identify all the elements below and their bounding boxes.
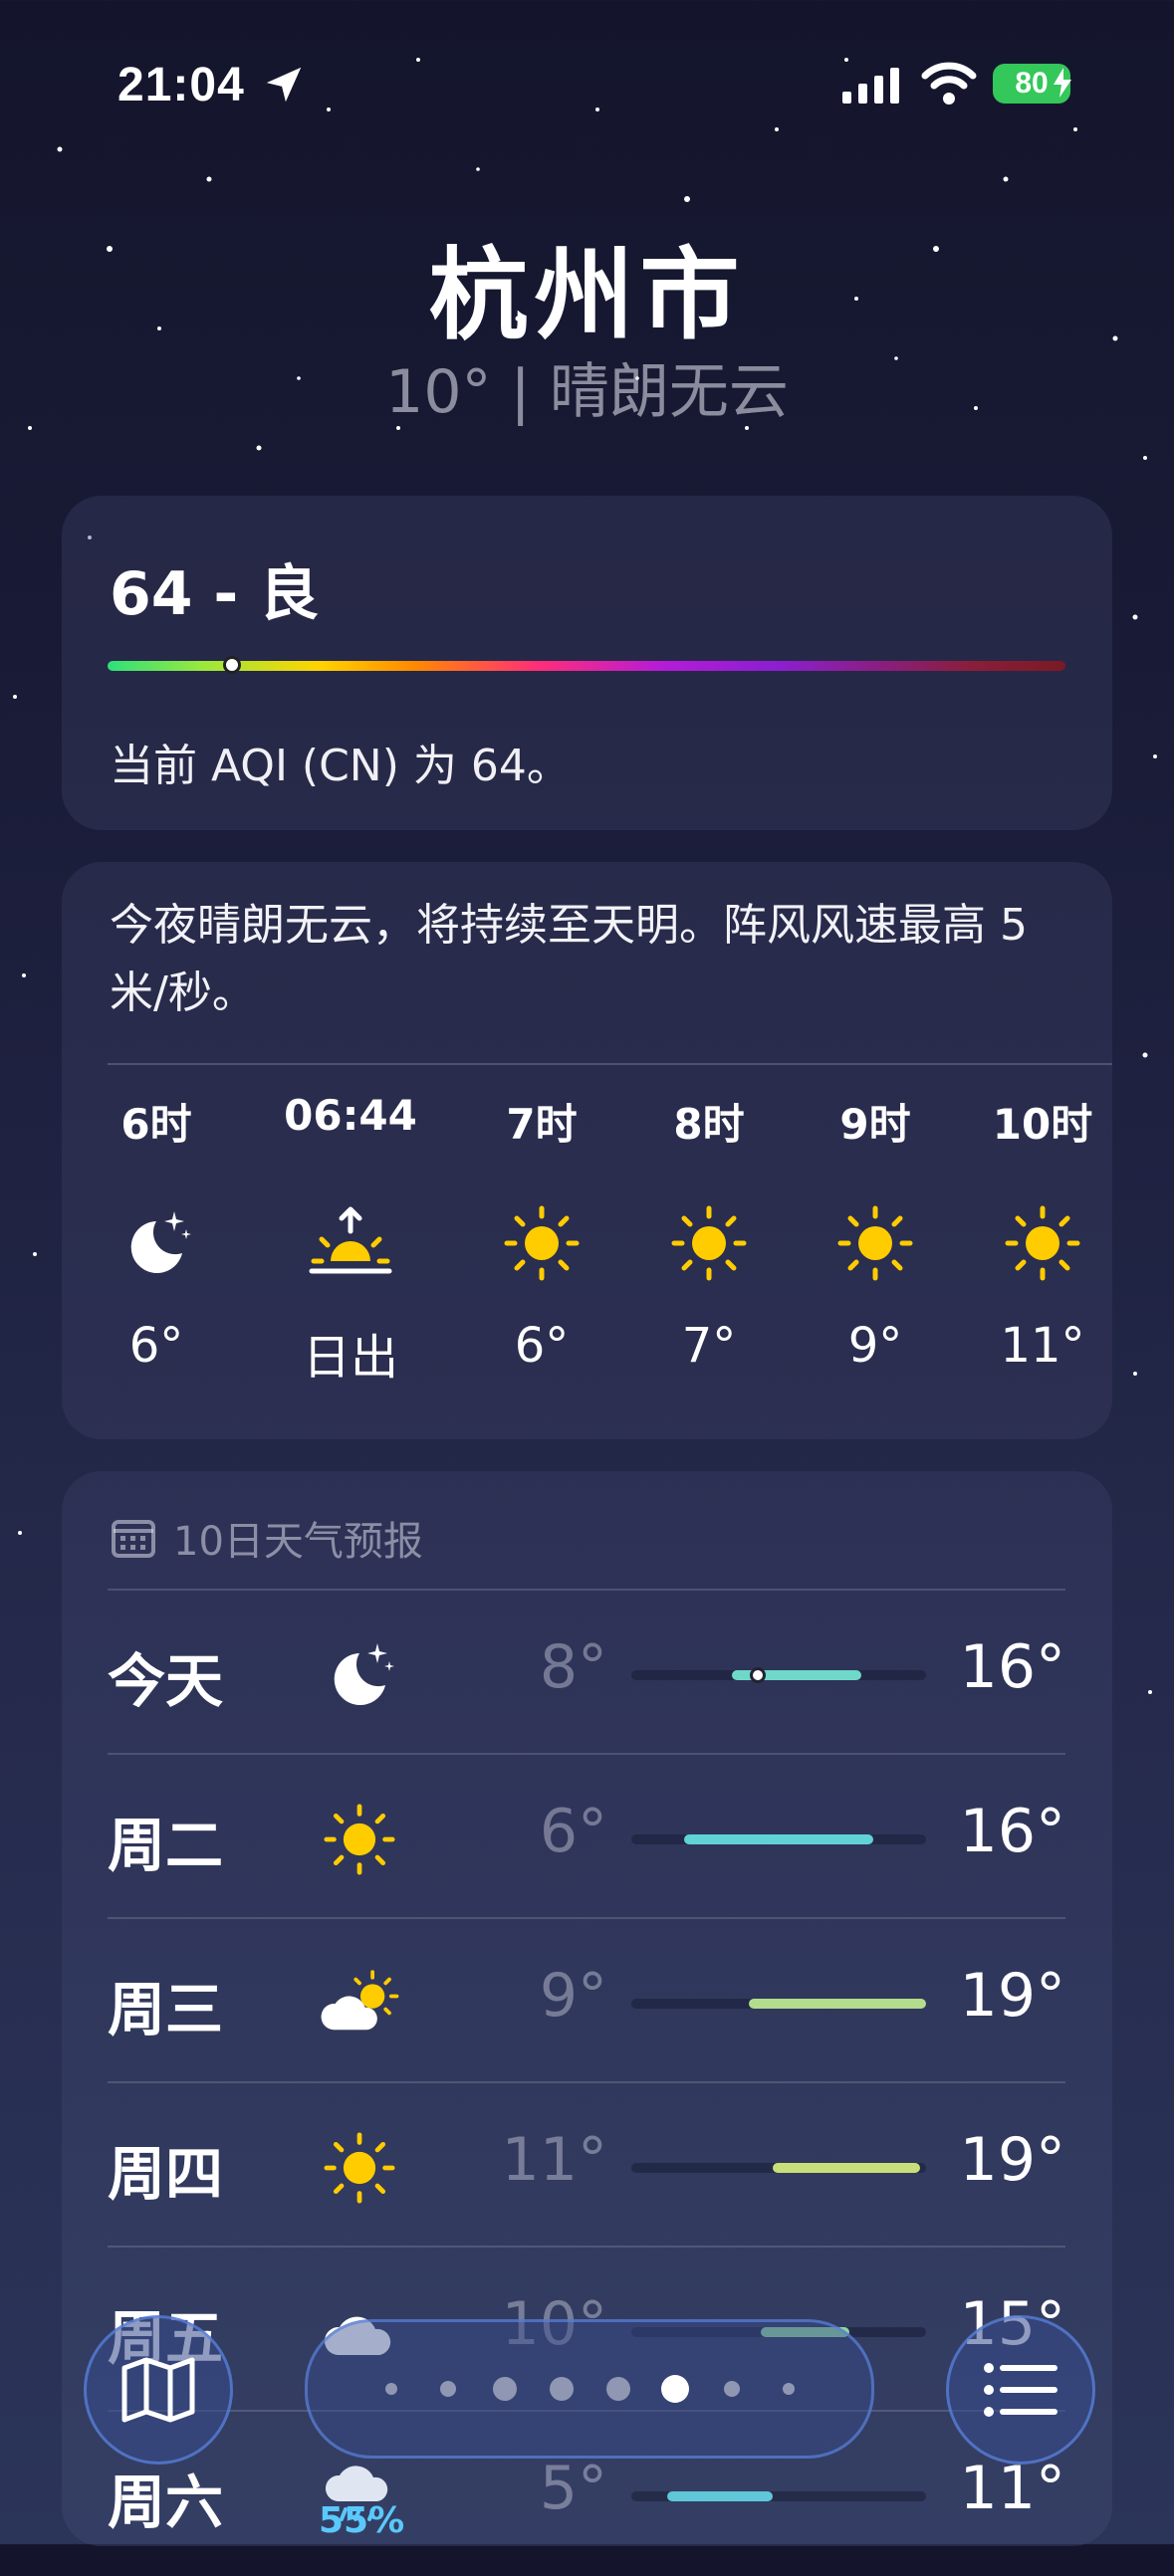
divider bbox=[108, 1063, 1112, 1065]
hour-item: 6时 6° bbox=[77, 1091, 236, 1374]
forecast-low: 9° bbox=[539, 1961, 607, 2031]
aqi-value: 64 - 良 bbox=[110, 559, 320, 629]
current-conditions: 10° | 晴朗无云 bbox=[385, 357, 789, 427]
temp-range-track bbox=[631, 1667, 926, 1683]
map-icon bbox=[121, 2357, 195, 2423]
page-indicator[interactable] bbox=[305, 2319, 874, 2459]
sun-icon bbox=[324, 1804, 395, 1875]
hour-temp: 7° bbox=[681, 1318, 737, 1374]
moon-stars-icon bbox=[130, 1211, 191, 1273]
hour-item: 9时 9° bbox=[796, 1091, 955, 1374]
forecast-low: 8° bbox=[539, 1632, 607, 1702]
page-dot[interactable] bbox=[439, 2381, 456, 2397]
hour-label: 9时 bbox=[839, 1100, 911, 1149]
forecast-row[interactable]: 周二 6° 16° bbox=[108, 1755, 1065, 1919]
hour-temp: 日出 bbox=[302, 1330, 398, 1386]
aqi-indicator-dot bbox=[223, 656, 242, 674]
temp-range-fill bbox=[749, 1999, 926, 2009]
hour-label: 06:44 bbox=[284, 1091, 417, 1140]
forecast-low: 11° bbox=[501, 2125, 607, 2195]
cloud-sun-icon bbox=[321, 1970, 399, 2031]
forecast-header: 10日天气预报 bbox=[112, 1509, 423, 1567]
calendar-icon bbox=[112, 1520, 155, 1558]
forecast-day: 周二 bbox=[108, 1812, 224, 1879]
forecast-day: 周三 bbox=[108, 1976, 224, 2043]
hour-label: 8时 bbox=[673, 1100, 745, 1149]
sun-icon bbox=[837, 1205, 913, 1281]
page-dot[interactable] bbox=[605, 2377, 630, 2401]
hour-temp: 9° bbox=[847, 1318, 903, 1374]
forecast-title: 10日天气预报 bbox=[173, 1519, 423, 1565]
hour-item: 06:44 日出 bbox=[271, 1091, 430, 1388]
status-time: 21:04 bbox=[117, 59, 245, 111]
hourly-scroll[interactable]: 6时 6° 06:44 日出 7时 6° 8时 7° 9时 9° 10时 11° bbox=[62, 1091, 1112, 1429]
temp-range-track bbox=[631, 2163, 926, 2173]
hour-item: 10时 11° bbox=[963, 1091, 1112, 1374]
moon-stars-icon bbox=[334, 1643, 394, 1705]
list-icon bbox=[984, 2363, 1057, 2417]
hourly-summary: 今夜晴朗无云，将持续至天明。阵风风速最高 5 米/秒。 bbox=[110, 900, 1028, 1018]
bottom-toolbar bbox=[0, 2299, 1174, 2544]
page-dot-active[interactable] bbox=[660, 2375, 689, 2403]
sun-icon bbox=[1005, 1205, 1080, 1281]
hour-item: 8时 7° bbox=[629, 1091, 789, 1374]
forecast-high: 16° bbox=[959, 1797, 1065, 1866]
city-name: 杭州市 bbox=[428, 237, 746, 353]
cellular-signal-icon bbox=[842, 68, 899, 104]
hour-label: 7时 bbox=[506, 1100, 578, 1149]
hour-temp: 6° bbox=[128, 1318, 184, 1374]
air-quality-card[interactable]: 64 - 良 当前 AQI (CN) 为 64。 bbox=[62, 496, 1112, 830]
forecast-day: 今天 bbox=[108, 1647, 224, 1715]
sun-icon bbox=[504, 1205, 580, 1281]
city-list-button[interactable] bbox=[946, 2315, 1095, 2465]
sun-icon bbox=[671, 1205, 747, 1281]
page-dot[interactable] bbox=[782, 2383, 795, 2395]
hour-label: 6时 bbox=[120, 1100, 192, 1149]
page-dot[interactable] bbox=[723, 2381, 740, 2397]
location-arrow-icon bbox=[266, 67, 302, 103]
current-temp-dot bbox=[750, 1667, 767, 1683]
temp-range-track bbox=[631, 1834, 926, 1844]
aqi-description: 当前 AQI (CN) 为 64。 bbox=[110, 741, 571, 791]
forecast-high: 19° bbox=[959, 2125, 1065, 2195]
temp-range-fill bbox=[773, 2163, 921, 2173]
hour-label: 10时 bbox=[992, 1100, 1093, 1149]
forecast-high: 16° bbox=[959, 1632, 1065, 1702]
forecast-high: 19° bbox=[959, 1961, 1065, 2031]
hour-temp: 11° bbox=[1000, 1318, 1085, 1374]
temp-range-fill bbox=[684, 1834, 873, 1844]
forecast-low: 6° bbox=[539, 1797, 607, 1866]
hour-item: 7时 6° bbox=[462, 1091, 621, 1374]
charging-bolt-icon bbox=[1054, 68, 1071, 98]
hour-temp: 6° bbox=[514, 1318, 570, 1374]
page-dot[interactable] bbox=[384, 2383, 397, 2395]
page-dot[interactable] bbox=[492, 2377, 517, 2401]
map-button[interactable] bbox=[84, 2315, 233, 2465]
aqi-scale-bar bbox=[108, 661, 1065, 671]
forecast-row[interactable]: 今天 8° 16° bbox=[108, 1591, 1065, 1755]
page-dot[interactable] bbox=[549, 2377, 574, 2401]
sunrise-icon bbox=[309, 1206, 392, 1274]
hourly-forecast-card[interactable]: 今夜晴朗无云，将持续至天明。阵风风速最高 5 米/秒。 6时 6° 06:44 bbox=[62, 862, 1112, 1439]
temp-range-track bbox=[631, 1999, 926, 2009]
battery-level: 80 bbox=[1015, 67, 1049, 100]
status-bar: 21:04 80 bbox=[0, 58, 1174, 117]
wifi-icon bbox=[921, 62, 977, 105]
forecast-row[interactable]: 周四 11° 19° bbox=[108, 2083, 1065, 2248]
forecast-row[interactable]: 周三 9° 19° bbox=[108, 1919, 1065, 2083]
forecast-day: 周四 bbox=[108, 2140, 224, 2208]
sun-icon bbox=[324, 2132, 395, 2204]
